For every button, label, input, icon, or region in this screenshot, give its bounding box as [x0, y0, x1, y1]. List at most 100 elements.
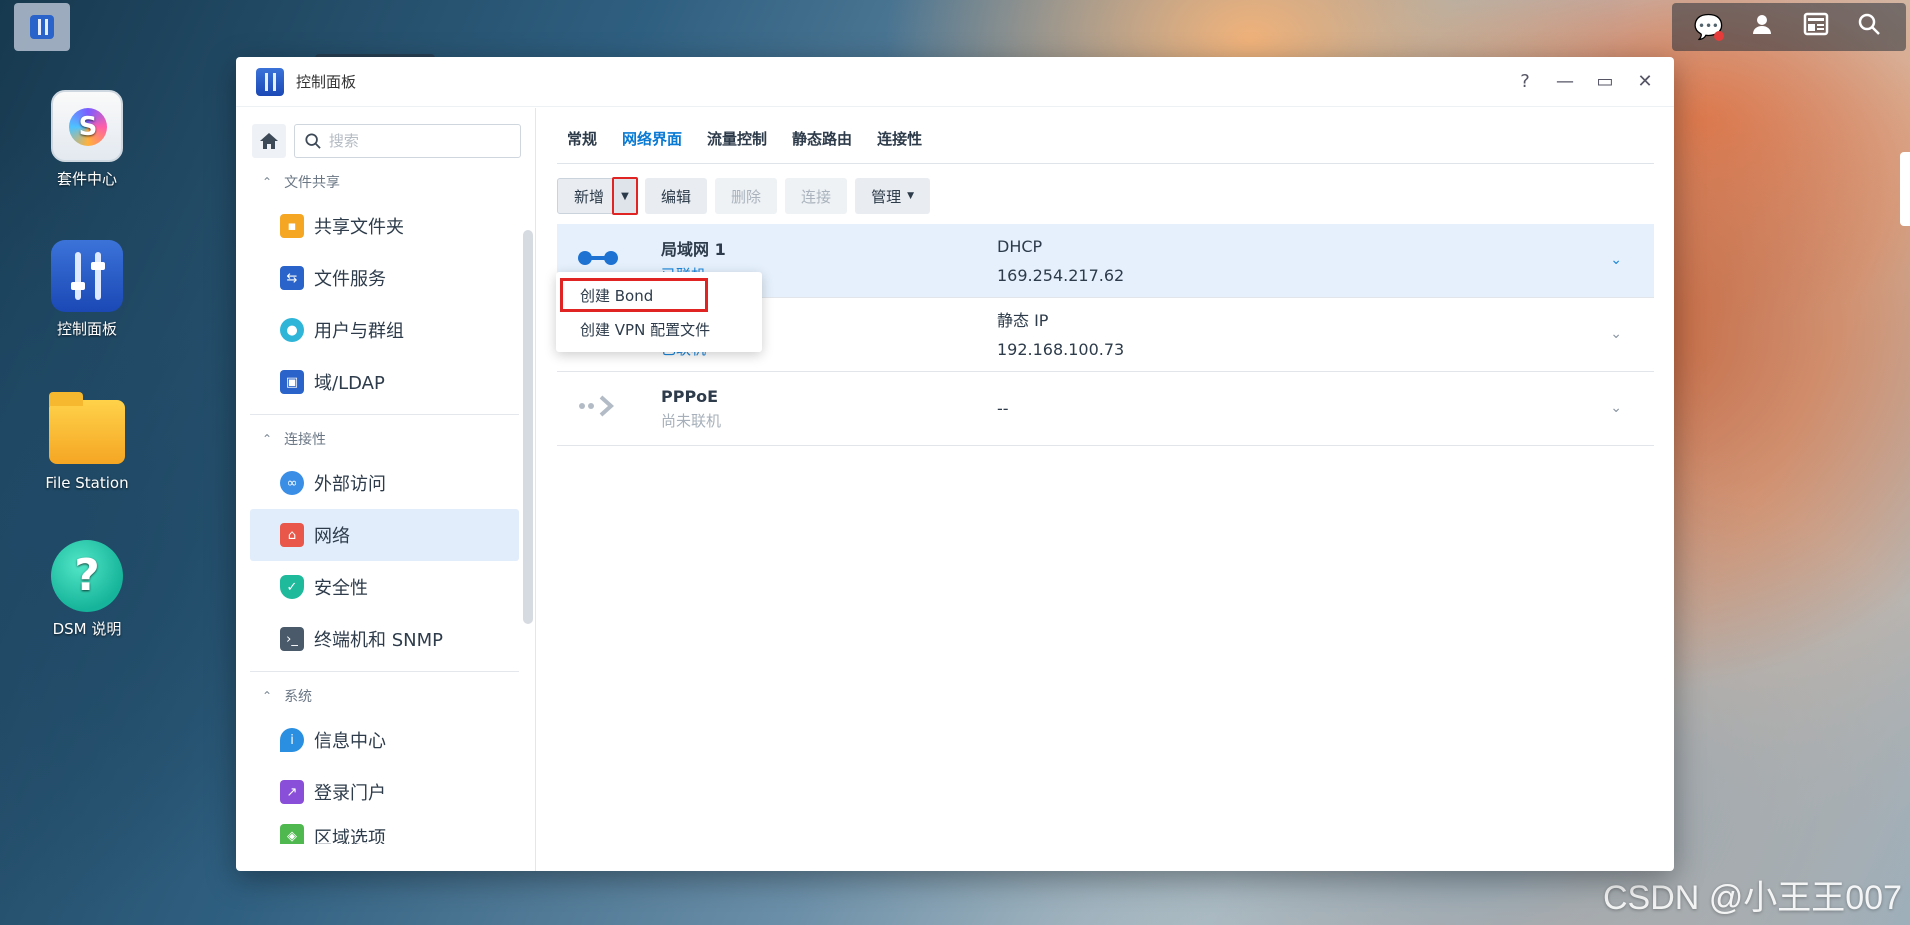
help-icon: ? [51, 540, 123, 612]
sidebar-item-terminal-snmp[interactable]: ›_ 终端机和 SNMP [250, 613, 519, 665]
info-icon: i [280, 728, 304, 752]
menu-item-create-vpn-profile[interactable]: 创建 VPN 配置文件 [556, 312, 762, 346]
home-button[interactable] [252, 124, 286, 158]
package-center-icon: S [51, 90, 123, 162]
widgets-icon[interactable] [1801, 12, 1831, 42]
interface-name: PPPoE [661, 386, 719, 406]
desktop-icon-label: 套件中心 [56, 170, 117, 188]
chevron-up-icon: ⌃ [262, 689, 273, 703]
interface-ip: 169.254.217.62 [997, 265, 1125, 285]
search-input[interactable] [328, 132, 510, 150]
watermark: CSDN @小王王007 [1602, 879, 1902, 917]
domain-ldap-icon: ▣ [280, 370, 304, 394]
interface-ip: -- [997, 399, 1009, 418]
create-button[interactable]: 新增 [558, 179, 612, 213]
window-title: 控制面板 [296, 73, 357, 91]
window-titlebar[interactable]: 控制面板 ? — ▭ ✕ [236, 57, 1674, 107]
taskbar-right: 💬 [1672, 3, 1906, 51]
sidebar-item-login-portal[interactable]: ↗ 登录门户 [250, 766, 519, 818]
sidebar-scrollbar[interactable] [523, 230, 533, 624]
delete-button[interactable]: 删除 [715, 178, 778, 214]
tab-static-route[interactable]: 静态路由 [782, 128, 867, 163]
interface-mode: DHCP [997, 236, 1043, 256]
expand-chevron-icon[interactable]: ⌄ [1610, 326, 1622, 342]
terminal-icon: ›_ [280, 627, 304, 651]
tab-bar: 常规 网络界面 流量控制 静态路由 连接性 [557, 108, 1654, 164]
edit-button[interactable]: 编辑 [645, 178, 708, 214]
chevron-up-icon: ⌃ [262, 432, 273, 446]
control-panel-icon [256, 67, 284, 96]
chevron-up-icon: ⌃ [262, 175, 273, 189]
divider [250, 414, 519, 415]
login-portal-icon: ↗ [280, 780, 304, 804]
desktop-icon-label: File Station [45, 474, 129, 492]
sidebar-item-users-groups[interactable]: ● 用户与群组 [250, 304, 519, 356]
create-dropdown-menu: 创建 Bond 创建 VPN 配置文件 [556, 272, 762, 352]
taskbar-control-panel-button[interactable] [14, 3, 70, 51]
interface-row-pppoe[interactable]: PPPoE 尚未联机 -- ⌄ [557, 372, 1654, 446]
network-house-icon: ⌂ [280, 523, 304, 547]
help-button[interactable]: ? [1516, 71, 1534, 92]
lan-connected-icon [577, 248, 621, 273]
main-panel: 常规 网络界面 流量控制 静态路由 连接性 新增 ▼ 编辑 删除 连接 管理 ▼ [537, 108, 1674, 871]
external-access-icon: ∞ [280, 471, 304, 495]
search-box[interactable] [294, 124, 521, 158]
sidebar-item-regional-options[interactable]: ◈ 区域选项 [250, 818, 519, 844]
sidebar: ⌃ 文件共享 ▪ 共享文件夹 ⇆ 文件服务 ● 用户与群组 ▣ 域/LDAP ⌃… [236, 108, 536, 871]
notification-badge [1713, 31, 1724, 41]
sidebar-item-shared-folder[interactable]: ▪ 共享文件夹 [250, 200, 519, 252]
sidebar-item-domain-ldap[interactable]: ▣ 域/LDAP [250, 356, 519, 408]
tab-traffic-control[interactable]: 流量控制 [697, 128, 782, 163]
tab-connectivity[interactable]: 连接性 [867, 128, 937, 163]
folder-icon [49, 392, 125, 464]
users-icon: ● [280, 318, 304, 342]
control-panel-icon [30, 15, 54, 39]
sidebar-item-network[interactable]: ⌂ 网络 [250, 509, 519, 561]
chevron-down-icon: ▼ [907, 191, 914, 201]
interface-mode: 静态 IP [997, 310, 1049, 330]
manage-button[interactable]: 管理 ▼ [855, 178, 930, 214]
group-header-file-sharing[interactable]: ⌃ 文件共享 [236, 164, 535, 200]
interface-status: 尚未联机 [661, 411, 722, 430]
tab-general[interactable]: 常规 [557, 128, 612, 163]
create-dropdown-caret[interactable]: ▼ [612, 177, 639, 215]
group-header-system[interactable]: ⌃ 系统 [236, 678, 535, 714]
desktop-icon-label: DSM 说明 [52, 620, 122, 638]
pppoe-disconnected-icon [577, 394, 621, 424]
sidebar-item-external-access[interactable]: ∞ 外部访问 [250, 457, 519, 509]
shield-icon: ✓ [280, 575, 304, 599]
window-controls: ? — ▭ ✕ [1516, 71, 1654, 92]
sidebar-item-security[interactable]: ✓ 安全性 [250, 561, 519, 613]
desktop-icon-control-panel[interactable]: 控制面板 [32, 240, 142, 339]
minimize-button[interactable]: — [1556, 71, 1574, 92]
maximize-button[interactable]: ▭ [1596, 71, 1614, 92]
user-icon[interactable] [1747, 12, 1777, 42]
interface-name: 局域网 1 [661, 240, 726, 259]
desktop-icon-package-center[interactable]: S 套件中心 [32, 90, 142, 189]
expand-chevron-icon[interactable]: ⌄ [1610, 252, 1622, 268]
sidebar-item-info-center[interactable]: i 信息中心 [250, 714, 519, 766]
menu-item-create-bond[interactable]: 创建 Bond [560, 278, 708, 312]
right-edge-handle[interactable] [1900, 152, 1910, 226]
create-split-button: 新增 ▼ [557, 177, 639, 215]
sidebar-item-file-services[interactable]: ⇆ 文件服务 [250, 252, 519, 304]
file-services-icon: ⇆ [280, 266, 304, 290]
control-panel-icon [51, 240, 123, 312]
taskbar-left [14, 3, 435, 102]
toolbar: 新增 ▼ 编辑 删除 连接 管理 ▼ [557, 177, 1654, 215]
home-icon [260, 133, 278, 149]
close-button[interactable]: ✕ [1636, 71, 1654, 92]
interface-ip: 192.168.100.73 [997, 339, 1125, 359]
search-icon[interactable] [1854, 12, 1884, 42]
notification-icon[interactable]: 💬 [1694, 13, 1724, 41]
group-header-connectivity[interactable]: ⌃ 连接性 [236, 421, 535, 457]
desktop-icon-label: 控制面板 [56, 320, 117, 338]
search-icon [305, 133, 321, 149]
tab-network-interface[interactable]: 网络界面 [612, 128, 697, 163]
regional-options-icon: ◈ [280, 824, 304, 844]
connect-button[interactable]: 连接 [785, 178, 848, 214]
desktop-icon-file-station[interactable]: File Station [32, 392, 142, 492]
divider [250, 671, 519, 672]
desktop-icon-dsm-help[interactable]: ? DSM 说明 [32, 540, 142, 639]
expand-chevron-icon[interactable]: ⌄ [1610, 400, 1622, 416]
